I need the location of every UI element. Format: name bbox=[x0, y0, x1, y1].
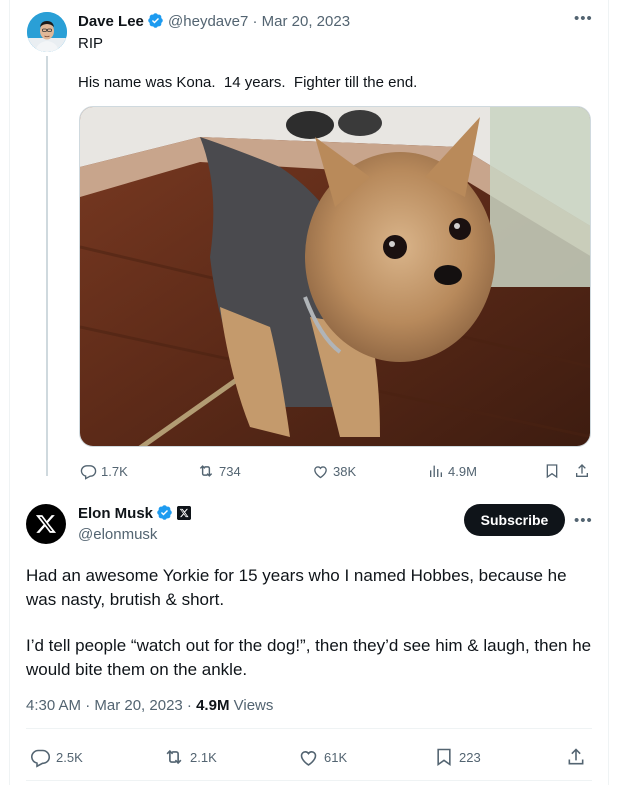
reply-button[interactable]: 2.5K bbox=[30, 746, 83, 768]
more-icon[interactable]: ••• bbox=[574, 513, 593, 528]
reply-count: 1.7K bbox=[101, 463, 128, 479]
author-handle[interactable]: @elonmusk bbox=[78, 525, 157, 545]
thread-connector bbox=[46, 56, 48, 476]
avatar-dave-lee[interactable] bbox=[27, 12, 67, 52]
like-button[interactable]: 38K bbox=[312, 461, 356, 481]
bookmark-button[interactable] bbox=[544, 461, 560, 481]
repost-button[interactable]: 734 bbox=[197, 461, 241, 481]
author-name-row: Elon Musk bbox=[78, 504, 192, 524]
verified-icon bbox=[148, 13, 163, 28]
views-label: Views bbox=[233, 697, 274, 714]
repost-button[interactable]: 2.1K bbox=[163, 746, 217, 768]
repost-count: 734 bbox=[219, 463, 241, 479]
like-button[interactable]: 61K bbox=[298, 746, 347, 768]
share-icon bbox=[576, 464, 588, 477]
author-name[interactable]: Dave Lee bbox=[78, 13, 144, 30]
avatar-elon-musk[interactable] bbox=[26, 504, 66, 544]
tweet-text-paragraph: Had an awesome Yorkie for 15 years who I… bbox=[26, 566, 567, 609]
tweet-date[interactable]: · Mar 20, 2023 bbox=[253, 13, 351, 30]
repost-icon bbox=[199, 465, 213, 477]
timeline-border-left bbox=[9, 0, 10, 785]
author-handle[interactable]: @heydave7 bbox=[168, 13, 248, 30]
views-count: 4.9M bbox=[448, 463, 477, 479]
tweet-text-line: RIP bbox=[78, 35, 104, 52]
bookmark-button[interactable]: 223 bbox=[434, 746, 481, 768]
tweet-meta: 4:30 AM · Mar 20, 2023 · 4.9M Views bbox=[26, 696, 273, 716]
like-count: 38K bbox=[333, 463, 357, 479]
share-icon bbox=[568, 748, 584, 765]
subscribe-button[interactable]: Subscribe bbox=[464, 504, 565, 536]
share-button[interactable] bbox=[574, 461, 590, 481]
like-count: 61K bbox=[324, 749, 348, 765]
like-icon bbox=[314, 465, 327, 478]
x-affiliate-badge-icon[interactable] bbox=[177, 506, 192, 520]
like-icon bbox=[300, 750, 317, 766]
repost-count: 2.1K bbox=[190, 749, 217, 765]
x-logo-icon bbox=[35, 515, 57, 533]
author-name[interactable]: Elon Musk bbox=[78, 505, 153, 522]
more-icon[interactable]: ••• bbox=[574, 11, 593, 26]
views-button[interactable]: 4.9M bbox=[428, 461, 477, 481]
reply-count: 2.5K bbox=[56, 749, 83, 765]
parent-tweet-header: Dave Lee @heydave7 · Mar 20, 2023 bbox=[78, 12, 350, 32]
divider bbox=[26, 728, 592, 729]
tweet-timestamp[interactable]: 4:30 AM · Mar 20, 2023 · bbox=[26, 697, 192, 714]
bookmark-count: 223 bbox=[459, 749, 481, 765]
views-icon bbox=[430, 465, 442, 477]
divider bbox=[26, 780, 592, 781]
repost-icon bbox=[166, 749, 182, 765]
tweet-photo[interactable] bbox=[79, 106, 591, 447]
reply-icon bbox=[30, 749, 51, 768]
verified-icon bbox=[157, 505, 172, 520]
bookmark-icon bbox=[437, 748, 451, 767]
tweet-text-line: His name was Kona. 14 years. Fighter til… bbox=[78, 74, 418, 91]
tweet-text-paragraph: I’d tell people “watch out for the dog!”… bbox=[26, 636, 592, 679]
timeline-border-right bbox=[608, 0, 609, 785]
reply-icon bbox=[80, 464, 97, 480]
reply-button[interactable]: 1.7K bbox=[80, 461, 128, 481]
views-count: 4.9M bbox=[196, 697, 230, 714]
bookmark-icon bbox=[546, 464, 558, 479]
share-button[interactable] bbox=[566, 746, 586, 768]
